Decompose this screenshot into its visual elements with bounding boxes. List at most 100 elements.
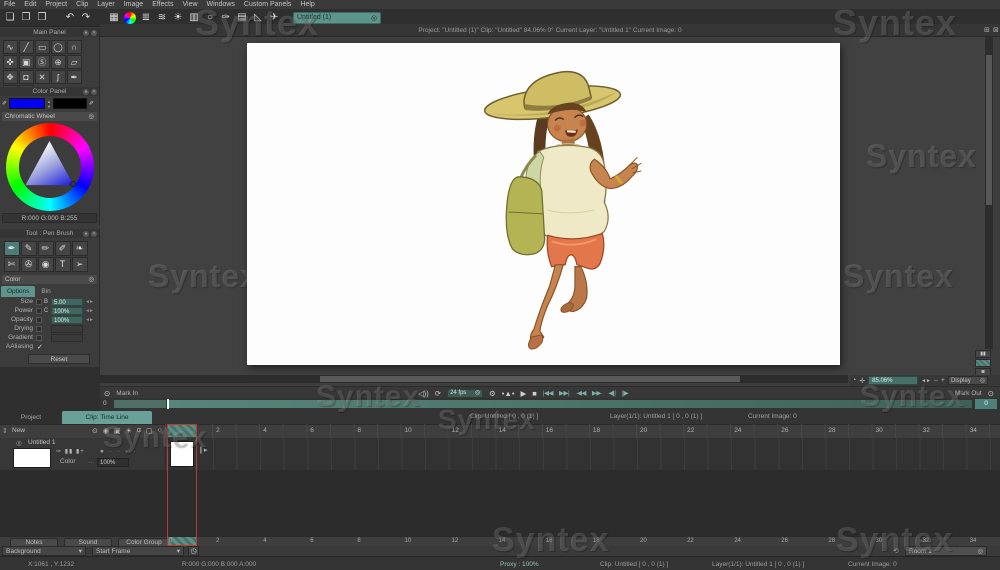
eye-icon[interactable]: ◉ xyxy=(103,427,109,435)
eyedropper-a-icon[interactable]: ✐ xyxy=(2,100,7,107)
scissors-brush-icon[interactable]: ✄ xyxy=(4,257,20,272)
warp-tool-icon[interactable]: ➢ xyxy=(72,257,88,272)
speaker-icon[interactable]: ◁)) xyxy=(418,389,429,398)
ellipse-tool-icon[interactable]: ◯ xyxy=(51,40,66,54)
settings-gear-icon[interactable]: ⚙ xyxy=(489,389,496,398)
field-checkbox[interactable] xyxy=(36,299,42,305)
drawing-canvas[interactable] xyxy=(247,43,840,365)
layer-mini-icons[interactable]: ✑ ▮▮ ▮+ xyxy=(56,448,85,455)
tool-panel-header[interactable]: Tool : Pen Brush ●✕ xyxy=(0,229,99,238)
ruler-tick-4[interactable]: 4 xyxy=(263,427,267,434)
timeline-scrub-bar[interactable]: 0 0 xyxy=(100,398,1000,410)
redo-icon[interactable]: ↷ xyxy=(79,11,93,25)
layer-row[interactable]: ◎ Untitled 1 ✑ ▮▮ ▮+ ● · · · · Color ↔ 1… xyxy=(0,438,1000,470)
menu-custom-panels[interactable]: Custom Panels xyxy=(244,0,291,9)
play-button[interactable]: ▶ xyxy=(520,389,526,398)
light-icon[interactable]: ☀ xyxy=(126,427,132,435)
layer-name[interactable]: Untitled 1 xyxy=(28,439,55,446)
swatch-spinner-icon[interactable]: ▲▼ xyxy=(47,99,51,109)
loop-icon[interactable]: ⟳ xyxy=(435,389,441,398)
ruler-tick-14[interactable]: 14 xyxy=(499,427,506,434)
reset-button[interactable]: Reset xyxy=(28,354,90,364)
menu-effects[interactable]: Effects xyxy=(152,0,173,9)
rotate-view-icon[interactable]: ◔ xyxy=(852,377,856,384)
ruler-tick-20[interactable]: 20 xyxy=(640,427,647,434)
close-icon[interactable]: ✕ xyxy=(91,231,97,237)
ruler-tick-30[interactable]: 30 xyxy=(876,538,883,544)
smear-brush-icon[interactable]: ❧ xyxy=(72,241,88,256)
panel-menu-icon[interactable]: ⊞ xyxy=(984,26,990,34)
symmetry-tool-icon[interactable]: ✕ xyxy=(35,70,50,84)
crayon-brush-icon[interactable]: ✐ xyxy=(55,241,71,256)
next-key-button[interactable]: ▶▶· xyxy=(592,389,603,397)
hue-marker[interactable] xyxy=(70,181,76,187)
prev-key-button[interactable]: ·◀◀ xyxy=(575,389,586,397)
tab-bin[interactable]: Bin xyxy=(35,286,56,297)
close-icon[interactable]: ✕ xyxy=(91,30,97,36)
light-table-icon[interactable]: ☀ xyxy=(171,11,185,25)
magnifier-icon[interactable]: ○ xyxy=(203,11,217,25)
grip-icon[interactable]: ⇕ xyxy=(2,427,8,435)
menu-edit[interactable]: Edit xyxy=(24,0,36,9)
stepper-arrows-icon[interactable]: ◄► xyxy=(85,308,93,314)
tab-options[interactable]: Options xyxy=(1,286,35,297)
menu-view[interactable]: View xyxy=(182,0,197,9)
ruler-tick-2[interactable]: 2 xyxy=(216,427,220,434)
timeline-body[interactable] xyxy=(0,470,1000,536)
ruler-tick-8[interactable]: 8 xyxy=(357,427,361,434)
ruler-tick-16[interactable]: 16 xyxy=(546,538,553,544)
menu-image[interactable]: Image xyxy=(124,0,143,9)
visibility-icon[interactable]: ⊙ xyxy=(92,427,98,435)
layer-blend-mode[interactable]: Color xyxy=(60,458,76,465)
go-end-button[interactable]: ▶▶| xyxy=(559,389,569,397)
ruler-tick-24[interactable]: 24 xyxy=(734,427,741,434)
zoom-in-button[interactable]: + xyxy=(941,377,945,384)
eyedropper-b-icon[interactable]: ✐ xyxy=(89,100,94,107)
tab-project[interactable]: Project xyxy=(2,412,60,424)
mixer-icon[interactable]: ▥ xyxy=(187,11,201,25)
field-value[interactable] xyxy=(51,325,83,333)
layer-thumbnail[interactable] xyxy=(13,448,51,468)
alpha-icon[interactable]: α xyxy=(137,427,141,435)
ruler-tick-12[interactable]: 12 xyxy=(452,427,459,434)
ruler-tick-34[interactable]: 34 xyxy=(970,538,977,544)
flip-icon[interactable]: •▲• xyxy=(502,389,515,398)
menu-windows[interactable]: Windows xyxy=(207,0,235,9)
fps-select[interactable]: 24 fps◎ xyxy=(447,389,483,398)
ruler-tick-8[interactable]: 8 xyxy=(357,538,360,544)
layers-icon[interactable]: ≋ xyxy=(155,11,169,25)
field-value[interactable]: 100% xyxy=(51,316,83,324)
background-select[interactable]: Background ▾ xyxy=(2,546,86,556)
frame-ruler-top[interactable]: 02468101214161820222426283032343638 xyxy=(165,424,1000,438)
project-selector[interactable]: Untitled (1)◎ xyxy=(293,12,381,24)
menu-file[interactable]: File xyxy=(4,0,15,9)
pause-panel-icon[interactable]: ▮▮ xyxy=(975,350,991,358)
brush-pot-icon[interactable]: ✑ xyxy=(219,11,233,25)
curve-tool-icon[interactable]: ∩ xyxy=(67,40,82,54)
ruler-tick-22[interactable]: 22 xyxy=(687,427,694,434)
current-frame-marker-top[interactable] xyxy=(168,425,196,437)
bounds-icon[interactable]: ▢ xyxy=(146,427,153,435)
scrub-preroll[interactable] xyxy=(114,400,166,408)
chromatic-wheel[interactable] xyxy=(6,123,94,211)
select-freehand-icon[interactable]: ∿ xyxy=(3,40,18,54)
room-swap-icon[interactable]: ⟲ xyxy=(893,547,899,555)
go-start-button[interactable]: |◀◀ xyxy=(543,389,553,397)
lock-icon[interactable]: ▣ xyxy=(114,427,121,435)
frame-ruler-bottom[interactable]: 02468101214161820222426283032343638 xyxy=(165,536,1000,546)
text-tool-icon[interactable]: T xyxy=(55,257,71,272)
dry-brush-icon[interactable]: ✏ xyxy=(38,241,54,256)
stepper-arrows-icon[interactable]: ◄► xyxy=(85,317,93,323)
ruler-tick-28[interactable]: 28 xyxy=(828,538,835,544)
field-value[interactable]: 5.00 xyxy=(51,298,83,306)
select-option-icon[interactable]: ▣ xyxy=(19,55,34,69)
clock-icon[interactable]: ◷ xyxy=(188,546,199,556)
close-icon[interactable]: ✕ xyxy=(91,89,97,95)
field-value[interactable]: 100% xyxy=(51,307,83,315)
ruler-tick-18[interactable]: 18 xyxy=(593,538,600,544)
horizontal-scrollbar[interactable] xyxy=(100,375,848,383)
vertical-scroll-thumb[interactable] xyxy=(986,55,992,205)
zoom-small-icon[interactable]: ○ xyxy=(158,427,162,435)
brush-preset-select[interactable]: Color ◎ xyxy=(2,275,97,284)
ruler-tick-10[interactable]: 10 xyxy=(405,538,412,544)
